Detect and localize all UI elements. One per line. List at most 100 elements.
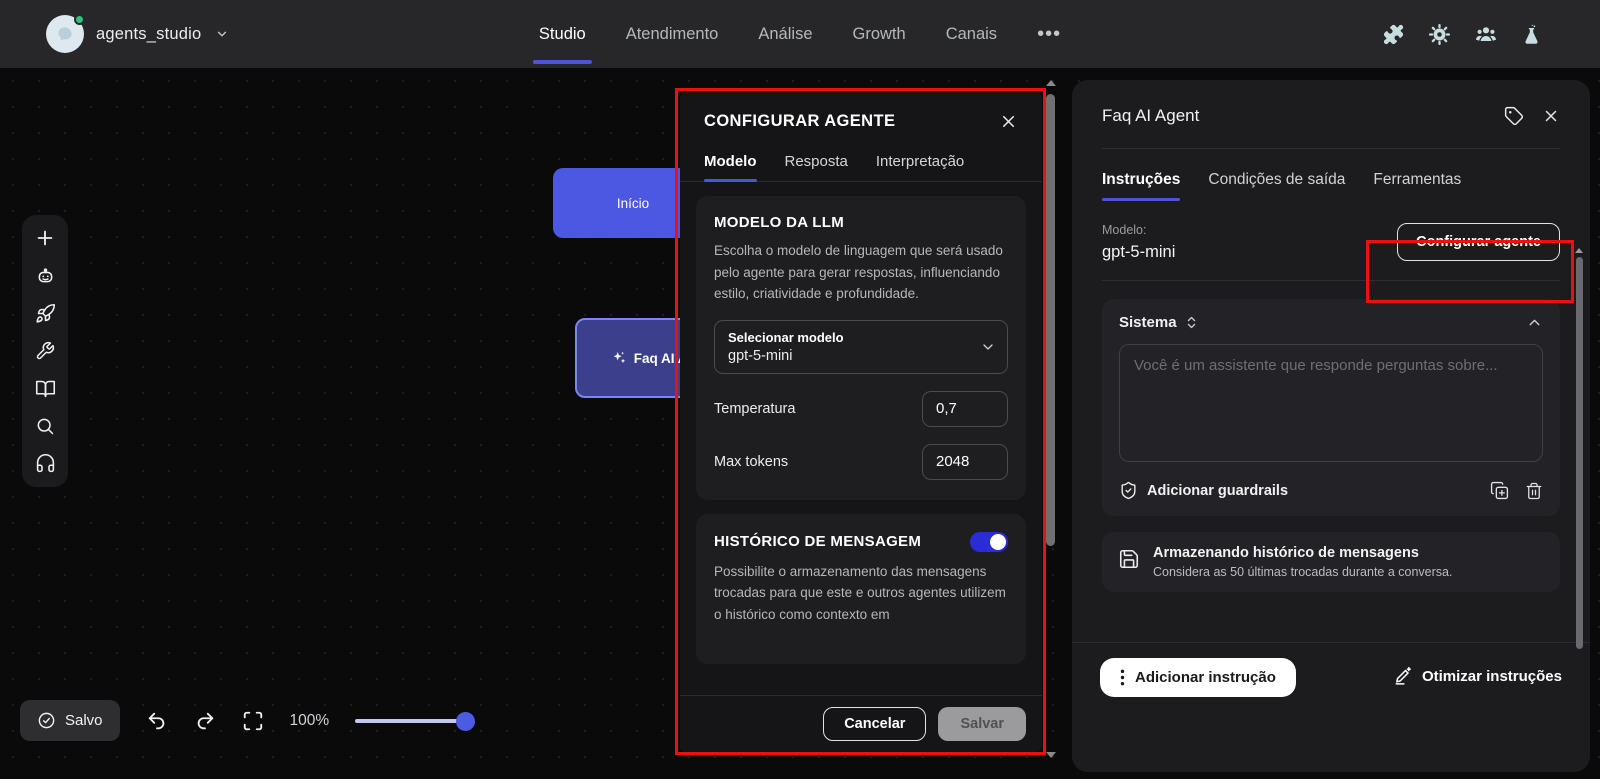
toggle-knob — [990, 534, 1006, 550]
model-select[interactable]: Selecionar modelo gpt-5-mini — [714, 320, 1008, 374]
llm-section-title: MODELO DA LLM — [714, 214, 1008, 231]
panel-divider — [1102, 280, 1560, 281]
rocket-icon[interactable] — [33, 301, 57, 325]
scroll-up-arrow-icon[interactable] — [1046, 80, 1056, 86]
system-section-title: Sistema — [1119, 314, 1177, 331]
history-section-description: Possibilite o armazenamento das mensagen… — [714, 561, 1008, 626]
tab-ferramentas[interactable]: Ferramentas — [1373, 171, 1461, 201]
support-icon[interactable] — [33, 452, 57, 476]
model-label: Modelo: — [1102, 223, 1175, 237]
zoom-slider-knob[interactable] — [456, 712, 475, 731]
save-status-pill[interactable]: Salvo — [20, 700, 120, 741]
system-instruction-textarea[interactable] — [1119, 344, 1543, 462]
optimize-instructions-button[interactable]: Otimizar instruções — [1393, 666, 1562, 686]
history-section-title: HISTÓRICO DE MENSAGEM — [714, 533, 921, 550]
page-scrollbar-thumb[interactable] — [1046, 94, 1055, 546]
chevron-down-icon — [215, 27, 229, 41]
top-navbar: agents_studio Studio Atendimento Análise… — [0, 0, 1600, 68]
model-info: Modelo: gpt-5-mini — [1102, 223, 1175, 262]
kebab-menu-icon — [1120, 669, 1125, 686]
duplicate-icon[interactable] — [1490, 481, 1509, 500]
workspace-switcher[interactable]: agents_studio — [46, 15, 229, 53]
add-guardrails-button[interactable]: Adicionar guardrails — [1119, 481, 1288, 500]
zoom-slider[interactable] — [355, 711, 473, 731]
add-guardrails-label: Adicionar guardrails — [1147, 483, 1288, 499]
agent-panel-title: Faq AI Agent — [1102, 106, 1199, 126]
zoom-level-label: 100% — [290, 712, 330, 730]
panel-footer: Adicionar instrução Otimizar instruções — [1072, 642, 1590, 772]
agent-detail-panel: Faq AI Agent Instruções Condições de saí… — [1072, 80, 1590, 772]
tab-interpretacao[interactable]: Interpretação — [876, 153, 964, 181]
modal-footer: Cancelar Salvar — [680, 695, 1042, 752]
nav-item-analise[interactable]: Análise — [758, 0, 812, 68]
sparkles-icon — [611, 350, 627, 366]
magic-pencil-icon — [1393, 666, 1413, 686]
message-history-card[interactable]: Armazenando histórico de mensagens Consi… — [1102, 532, 1560, 592]
panel-scrollbar[interactable] — [1575, 248, 1583, 748]
tab-resposta[interactable]: Resposta — [785, 153, 848, 181]
model-select-label: Selecionar modelo — [728, 330, 973, 345]
gear-icon[interactable] — [1428, 23, 1451, 46]
tab-modelo[interactable]: Modelo — [704, 153, 757, 181]
panel-tabs: Instruções Condições de saída Ferramenta… — [1102, 171, 1560, 201]
max-tokens-input[interactable] — [922, 444, 1008, 480]
panel-scrollbar-thumb[interactable] — [1576, 257, 1583, 649]
chevrons-up-down-icon[interactable] — [1184, 315, 1199, 330]
robot-icon[interactable] — [33, 264, 57, 288]
history-toggle[interactable] — [970, 532, 1008, 552]
tab-condicoes-saida[interactable]: Condições de saída — [1208, 171, 1345, 201]
header-actions — [1382, 0, 1542, 68]
nav-more-button[interactable]: ••• — [1037, 0, 1061, 68]
main-nav: Studio Atendimento Análise Growth Canais… — [539, 0, 1061, 68]
add-node-icon[interactable] — [33, 226, 57, 250]
scroll-up-arrow-icon[interactable] — [1575, 248, 1583, 253]
puzzle-icon[interactable] — [1382, 23, 1405, 46]
nav-item-atendimento[interactable]: Atendimento — [626, 0, 719, 68]
modal-body: MODELO DA LLM Escolha o modelo de lingua… — [680, 182, 1042, 695]
message-history-title: Armazenando histórico de mensagens — [1153, 545, 1452, 561]
max-tokens-label: Max tokens — [714, 454, 788, 470]
chevron-down-icon — [980, 339, 996, 355]
undo-icon[interactable] — [146, 710, 168, 732]
nav-item-growth[interactable]: Growth — [853, 0, 906, 68]
collapse-chevron-icon[interactable] — [1526, 314, 1543, 331]
cancel-button[interactable]: Cancelar — [823, 707, 926, 741]
search-icon[interactable] — [33, 414, 57, 438]
tag-icon[interactable] — [1504, 106, 1524, 126]
temperature-input[interactable] — [922, 391, 1008, 427]
model-select-value: gpt-5-mini — [728, 348, 973, 364]
system-section-header[interactable]: Sistema — [1119, 314, 1199, 331]
scroll-down-arrow-icon[interactable] — [1046, 752, 1056, 758]
online-status-dot — [74, 14, 85, 25]
book-icon[interactable] — [33, 377, 57, 401]
nav-item-studio[interactable]: Studio — [539, 0, 586, 68]
optimize-instructions-label: Otimizar instruções — [1422, 668, 1562, 685]
add-instruction-label: Adicionar instrução — [1135, 669, 1276, 686]
close-icon[interactable] — [999, 112, 1018, 131]
workspace-avatar — [46, 15, 84, 53]
users-icon[interactable] — [1474, 22, 1498, 46]
page-scrollbar[interactable] — [1046, 80, 1056, 758]
configure-agent-button[interactable]: Configurar agente — [1397, 223, 1560, 261]
workspace-name: agents_studio — [96, 25, 201, 44]
message-history-section: HISTÓRICO DE MENSAGEM Possibilite o arma… — [696, 514, 1026, 664]
wrench-icon[interactable] — [33, 339, 57, 363]
shield-check-icon — [1119, 481, 1138, 500]
canvas-controls: Salvo 100% — [20, 700, 473, 741]
redo-icon[interactable] — [194, 710, 216, 732]
tab-instrucoes[interactable]: Instruções — [1102, 171, 1180, 201]
modal-title: CONFIGURAR AGENTE — [704, 112, 895, 131]
nav-item-canais[interactable]: Canais — [946, 0, 997, 68]
message-history-text: Armazenando histórico de mensagens Consi… — [1153, 545, 1452, 579]
flask-icon[interactable] — [1521, 24, 1542, 45]
llm-model-section: MODELO DA LLM Escolha o modelo de lingua… — [696, 196, 1026, 500]
message-history-subtitle: Considera as 50 últimas trocadas durante… — [1153, 565, 1452, 579]
add-instruction-button[interactable]: Adicionar instrução — [1100, 658, 1296, 697]
fit-view-icon[interactable] — [242, 710, 264, 732]
close-icon[interactable] — [1542, 107, 1560, 125]
trash-icon[interactable] — [1525, 482, 1543, 500]
save-button[interactable]: Salvar — [938, 707, 1026, 741]
system-instruction-card: Sistema Adicionar guardrails — [1102, 299, 1560, 516]
canvas-toolbar — [22, 215, 68, 487]
node-start-label: Início — [617, 196, 649, 211]
